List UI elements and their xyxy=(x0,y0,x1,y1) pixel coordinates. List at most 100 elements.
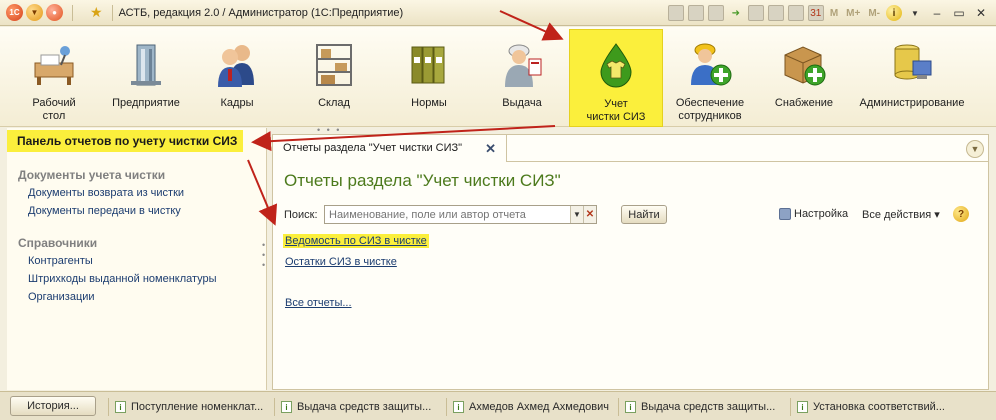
help-icon[interactable]: ? xyxy=(953,206,969,222)
calculator-icon[interactable] xyxy=(787,5,804,21)
link-return-docs[interactable]: Документы возврата из чистки xyxy=(28,187,184,199)
section-label: чистки СИЗ xyxy=(586,111,646,123)
search-label: Поиск: xyxy=(284,209,318,221)
section-cleaning[interactable]: Учет чистки СИЗ xyxy=(569,29,663,127)
warehouse-icon xyxy=(311,41,357,87)
close-button[interactable]: ✕ xyxy=(972,5,990,21)
go-arrow-icon[interactable]: ➜ xyxy=(728,5,744,21)
tab-label: Отчеты раздела "Учет чистки СИЗ" xyxy=(283,142,463,154)
memory-minus-button[interactable]: M- xyxy=(866,5,882,21)
box-add-icon xyxy=(781,41,827,87)
section-staff[interactable]: Кадры xyxy=(189,29,285,127)
worker-icon xyxy=(499,41,545,87)
memory-m-button[interactable]: M xyxy=(828,5,840,21)
search-input[interactable] xyxy=(325,206,570,223)
window-tab-label: Выдача средств защиты... xyxy=(297,401,432,413)
page-title: Отчеты раздела "Учет чистки СИЗ" xyxy=(284,171,561,190)
document-icon: i xyxy=(453,401,464,413)
link-barcodes[interactable]: Штрихкоды выданной номенклатуры xyxy=(28,273,217,285)
section-label: Обеспечение xyxy=(675,97,745,109)
window-tab[interactable]: i Выдача средств защиты... xyxy=(618,398,775,416)
report-link-balances[interactable]: Остатки СИЗ в чистке xyxy=(285,256,397,268)
group-cleaning-docs: Документы учета чистки xyxy=(18,168,166,182)
report-link-statement[interactable]: Ведомость по СИЗ в чистке xyxy=(283,234,429,248)
all-actions-label: Все действия xyxy=(862,209,932,221)
document-icon: i xyxy=(115,401,126,413)
history-button[interactable]: История... xyxy=(10,396,96,416)
divider xyxy=(111,4,113,21)
section-norms[interactable]: Нормы xyxy=(381,29,477,127)
window-tab[interactable]: i Ахмедов Ахмед Ахмедович xyxy=(446,398,609,416)
main-menu-icon[interactable]: ▼ xyxy=(26,4,43,21)
maximize-button[interactable]: ▭ xyxy=(950,5,968,21)
memory-plus-button[interactable]: M+ xyxy=(844,5,862,21)
section-label: Учет xyxy=(604,98,628,110)
all-reports-link[interactable]: Все отчеты... xyxy=(285,297,352,309)
section-label: Склад xyxy=(318,97,350,109)
dropdown-icon[interactable]: ▼ xyxy=(570,206,583,223)
notes-icon[interactable] xyxy=(767,5,784,21)
window-tab-label: Выдача средств защиты... xyxy=(641,401,776,413)
section-panel: Рабочий стол Предприятие Кадры Склад Норм… xyxy=(0,27,996,127)
section-admin[interactable]: Администрирование xyxy=(853,29,971,127)
document-icon: i xyxy=(797,401,808,413)
section-label: Рабочий xyxy=(32,97,76,109)
window-tab-label: Поступление номенклат... xyxy=(131,401,264,413)
document-icon: i xyxy=(281,401,292,413)
open-windows-bar: История... i Поступление номенклат... i Вы… xyxy=(0,391,996,420)
search-field: ▼ ✕ xyxy=(324,205,597,224)
document-icon: i xyxy=(625,401,636,413)
section-desktop[interactable]: Рабочий стол xyxy=(6,29,102,127)
building-icon xyxy=(123,41,169,87)
section-issue[interactable]: Выдача xyxy=(474,29,570,127)
all-actions-menu[interactable]: Все действия ▾ xyxy=(862,208,940,221)
settings-button[interactable]: Настройка xyxy=(779,208,848,220)
worker-add-icon xyxy=(687,41,733,87)
settings-icon xyxy=(779,208,791,220)
link-counterparties[interactable]: Контрагенты xyxy=(28,255,93,267)
binders-icon xyxy=(406,41,452,87)
window-tab[interactable]: i Поступление номенклат... xyxy=(108,398,263,416)
clear-icon[interactable]: ✕ xyxy=(583,206,596,223)
section-label: сотрудников xyxy=(678,110,742,122)
settings-label: Настройка xyxy=(794,208,849,220)
panel-header: Панель отчетов по учету чистки СИЗ xyxy=(7,130,243,152)
save-icon[interactable] xyxy=(667,5,684,21)
drop-shirt-icon xyxy=(593,42,639,88)
title-bar: 1С ▼ ● ★ АСТБ, редакция 2.0 / Администра… xyxy=(0,0,996,26)
window-tab-label: Ахмедов Ахмед Ахмедович xyxy=(469,401,609,413)
section-provision[interactable]: Обеспечение сотрудников xyxy=(662,29,758,127)
group-catalogs: Справочники xyxy=(18,236,98,250)
section-warehouse[interactable]: Склад xyxy=(286,29,382,127)
close-icon[interactable]: ✕ xyxy=(485,141,496,157)
link-organizations[interactable]: Организации xyxy=(28,291,95,303)
section-supply[interactable]: Снабжение xyxy=(756,29,852,127)
minimize-button[interactable]: – xyxy=(928,5,946,21)
section-label: Администрирование xyxy=(859,97,965,109)
section-enterprise[interactable]: Предприятие xyxy=(98,29,194,127)
favorites-star-icon[interactable]: ★ xyxy=(90,4,103,21)
link-transfer-docs[interactable]: Документы передачи в чистку xyxy=(28,205,181,217)
section-label: Снабжение xyxy=(774,97,834,109)
desktop-icon xyxy=(31,41,77,87)
bookmark-icon[interactable] xyxy=(747,5,764,21)
window-title: АСТБ, редакция 2.0 / Администратор (1С:П… xyxy=(118,6,404,19)
window-tab-label: Установка соответствий... xyxy=(813,401,945,413)
section-label: Нормы xyxy=(411,97,447,109)
stop-icon[interactable]: ● xyxy=(46,4,63,21)
info-dropdown-icon[interactable]: ▼ xyxy=(906,5,924,21)
section-label: Кадры xyxy=(220,97,254,109)
preview-icon[interactable] xyxy=(707,5,724,21)
window-tab[interactable]: i Установка соответствий... xyxy=(790,398,945,416)
chevron-down-icon[interactable]: ▼ xyxy=(966,140,984,158)
print-icon[interactable] xyxy=(687,5,704,21)
window-tab[interactable]: i Выдача средств защиты... xyxy=(274,398,431,416)
app-logo-icon[interactable]: 1С xyxy=(6,4,23,21)
calendar-icon[interactable]: 31 xyxy=(807,5,824,21)
find-button[interactable]: Найти xyxy=(621,205,667,224)
section-label: Выдача xyxy=(502,97,542,109)
tab-reports[interactable]: Отчеты раздела "Учет чистки СИЗ" ✕ xyxy=(272,134,507,162)
info-icon[interactable]: i xyxy=(886,5,902,21)
divider xyxy=(507,161,989,162)
splitter-handle-vertical[interactable]: • • • xyxy=(262,240,265,270)
